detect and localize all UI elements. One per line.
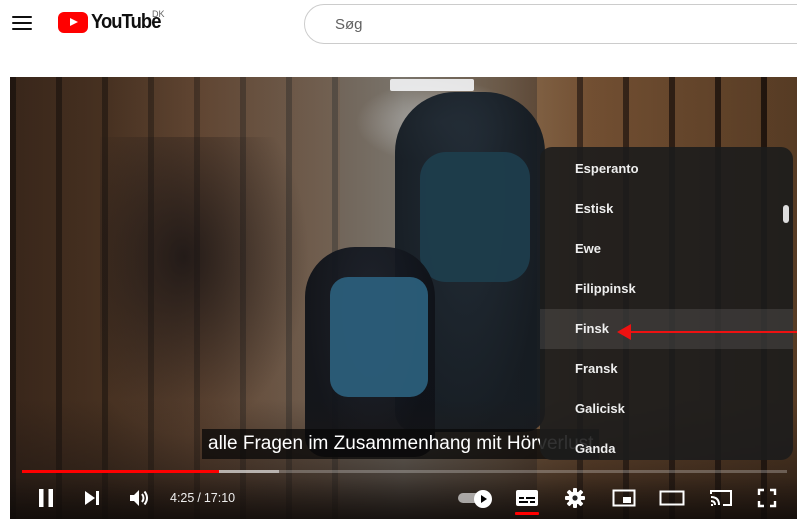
youtube-logo-icon xyxy=(58,11,88,33)
time-separator: / xyxy=(197,491,201,505)
search-box[interactable] xyxy=(304,4,797,44)
time-display: 4:25/17:10 xyxy=(170,477,235,519)
subtitle-language-menu: Esperanto Estisk Ewe Filippinsk Finsk Fr… xyxy=(540,147,793,460)
volume-icon[interactable] xyxy=(127,477,151,519)
fullscreen-icon[interactable] xyxy=(755,477,779,519)
pause-icon[interactable] xyxy=(34,477,58,519)
youtube-logo[interactable]: YouTube xyxy=(58,10,167,34)
menu-item-fransk[interactable]: Fransk xyxy=(540,349,793,389)
annotation-arrow-line xyxy=(630,331,797,333)
menu-item-ganda[interactable]: Ganda xyxy=(540,429,793,460)
progress-bar[interactable] xyxy=(22,470,787,473)
menu-item-ewe[interactable]: Ewe xyxy=(540,229,793,269)
progress-played xyxy=(22,470,220,473)
menu-item-finsk[interactable]: Finsk xyxy=(540,309,793,349)
menu-item-esperanto[interactable]: Esperanto xyxy=(540,149,793,189)
menu-item-filippinsk[interactable]: Filippinsk xyxy=(540,269,793,309)
video-player[interactable]: alle Fragen im Zusammenhang mit Hörverlu… xyxy=(10,77,797,519)
menu-item-estisk[interactable]: Estisk xyxy=(540,189,793,229)
theater-mode-icon[interactable] xyxy=(658,477,686,519)
subtitles-active-indicator xyxy=(515,512,539,515)
country-code: DK xyxy=(152,9,165,19)
time-current: 4:25 xyxy=(170,491,195,505)
menu-scrollbar[interactable] xyxy=(783,205,789,223)
settings-gear-icon[interactable] xyxy=(563,477,587,519)
video-frame-child-backpack xyxy=(330,277,428,397)
annotation-arrow-head xyxy=(617,324,631,340)
player-controls: 4:25/17:10 xyxy=(10,477,797,519)
video-frame-coats xyxy=(100,137,310,437)
miniplayer-icon[interactable] xyxy=(610,477,638,519)
menu-icon[interactable] xyxy=(12,14,32,32)
next-icon[interactable] xyxy=(81,477,103,519)
menu-item-galicisk[interactable]: Galicisk xyxy=(540,389,793,429)
video-frame-adult-backpack xyxy=(420,152,530,282)
video-frame-light xyxy=(390,79,474,91)
cast-icon[interactable] xyxy=(707,477,735,519)
logo-text: YouTube xyxy=(91,10,161,33)
masthead: YouTube DK xyxy=(0,0,797,56)
time-total: 17:10 xyxy=(203,491,236,505)
search-input[interactable] xyxy=(305,5,797,43)
autoplay-toggle[interactable] xyxy=(458,490,494,508)
